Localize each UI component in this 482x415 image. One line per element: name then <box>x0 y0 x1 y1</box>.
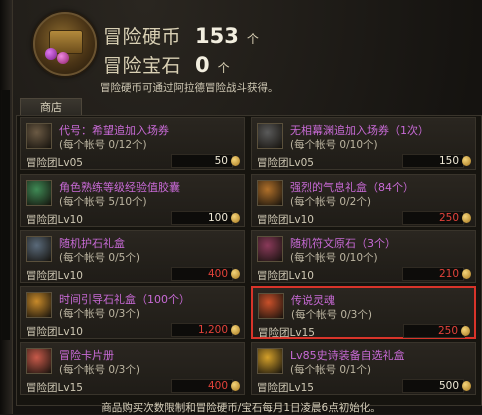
shop-item[interactable]: 冒险卡片册 (每个帐号 0/3个) 冒险团Lv15 400 <box>20 342 245 395</box>
rune-stone-icon <box>257 236 283 262</box>
ticket-icon <box>26 123 52 149</box>
item-limit: (每个帐号 0/10个) <box>290 139 378 151</box>
item-name: 随机符文原石（3个） <box>290 237 396 250</box>
exp-capsule-icon <box>26 180 52 206</box>
item-price: 400 <box>207 380 228 392</box>
item-name: 传说灵魂 <box>291 294 335 307</box>
item-level-requirement: 冒险团Lv10 <box>26 326 83 338</box>
gift-box-icon <box>257 348 283 374</box>
shop-item[interactable]: Lv85史诗装备自选礼盒 (每个帐号 0/1个) 冒险团Lv15 500 <box>251 342 476 395</box>
item-limit: (每个帐号 0/3个) <box>59 308 140 320</box>
coin-unit: 个 <box>246 32 259 46</box>
shop-item[interactable]: 无相幕渊追加入场券（1次） (每个帐号 0/10个) 冒险团Lv05 150 <box>251 117 476 170</box>
shop-item[interactable]: 强烈的气息礼盒（84个） (每个帐号 0/2个) 冒险团Lv10 250 <box>251 174 476 227</box>
item-price: 150 <box>438 155 459 167</box>
item-level-requirement: 冒险团Lv15 <box>257 382 314 394</box>
item-name: Lv85史诗装备自选礼盒 <box>290 349 405 362</box>
gem-label: 冒险宝石 <box>103 55 182 77</box>
scrollbar[interactable] <box>2 90 10 340</box>
coin-label: 冒险硬币 <box>103 26 182 48</box>
chest-icon <box>26 236 52 262</box>
item-name: 时间引导石礼盒（100个） <box>59 293 190 306</box>
ticket-icon <box>257 123 283 149</box>
coin-icon <box>462 156 471 166</box>
coin-icon <box>231 325 240 335</box>
coin-icon <box>231 269 240 279</box>
item-price: 400 <box>207 268 228 280</box>
item-limit: (每个帐号 0/3个) <box>59 364 140 376</box>
item-limit: (每个帐号 0/3个) <box>291 309 372 321</box>
item-level-requirement: 冒险团Lv10 <box>257 270 314 282</box>
shop-item[interactable]: 传说灵魂 (每个帐号 0/3个) 冒险团Lv15 250 <box>251 286 476 339</box>
item-level-requirement: 冒险团Lv05 <box>26 157 83 169</box>
coin-icon <box>231 156 240 166</box>
coin-row: 冒险硬币 153 个 <box>103 22 259 49</box>
currency-hint: 冒险硬币可通过阿拉德冒险战斗获得。 <box>100 82 279 94</box>
item-level-requirement: 冒险团Lv15 <box>258 327 315 339</box>
shop-item[interactable]: 随机符文原石（3个） (每个帐号 0/10个) 冒险团Lv10 210 <box>251 230 476 283</box>
item-price: 500 <box>438 380 459 392</box>
coin-value: 153 <box>195 23 239 48</box>
gem-unit: 个 <box>217 61 230 75</box>
item-name: 冒险卡片册 <box>59 349 114 362</box>
item-name: 随机护石礼盒 <box>59 237 125 250</box>
item-name: 代号：希望追加入场券 <box>59 124 169 137</box>
item-name: 角色熟练等级经验值胶囊 <box>59 181 180 194</box>
gift-box-icon <box>26 292 52 318</box>
item-price: 100 <box>207 212 228 224</box>
item-level-requirement: 冒险团Lv10 <box>26 270 83 282</box>
item-limit: (每个帐号 0/10个) <box>290 252 378 264</box>
treasure-chest-icon <box>33 12 97 76</box>
item-name: 无相幕渊追加入场券（1次） <box>290 124 429 137</box>
item-level-requirement: 冒险团Lv05 <box>257 157 314 169</box>
coin-icon <box>231 381 240 391</box>
item-name: 强烈的气息礼盒（84个） <box>290 181 414 194</box>
item-limit: (每个帐号 5/10个) <box>59 196 147 208</box>
item-price: 250 <box>438 212 459 224</box>
gem-icon <box>57 52 69 64</box>
coin-icon <box>231 213 240 223</box>
gift-box-icon <box>257 180 283 206</box>
item-price: 210 <box>438 268 459 280</box>
shop-item[interactable]: 角色熟练等级经验值胶囊 (每个帐号 5/10个) 冒险团Lv10 100 <box>20 174 245 227</box>
item-price: 250 <box>437 325 458 337</box>
shop-item[interactable]: 时间引导石礼盒（100个） (每个帐号 0/3个) 冒险团Lv10 1,200 <box>20 286 245 339</box>
item-level-requirement: 冒险团Lv15 <box>26 382 83 394</box>
item-limit: (每个帐号 0/2个) <box>290 196 371 208</box>
item-limit: (每个帐号 0/5个) <box>59 252 140 264</box>
coin-icon <box>462 213 471 223</box>
item-level-requirement: 冒险团Lv10 <box>257 214 314 226</box>
gem-row: 冒险宝石 0 个 <box>103 51 230 78</box>
shop-item[interactable]: 随机护石礼盒 (每个帐号 0/5个) 冒险团Lv10 400 <box>20 230 245 283</box>
gem-value: 0 <box>195 52 210 77</box>
item-limit: (每个帐号 0/12个) <box>59 139 147 151</box>
coin-icon <box>461 326 470 336</box>
shop-item[interactable]: 代号：希望追加入场券 (每个帐号 0/12个) 冒险团Lv05 50 <box>20 117 245 170</box>
item-price: 1,200 <box>197 324 228 336</box>
gem-icon <box>45 48 57 60</box>
item-limit: (每个帐号 0/1个) <box>290 364 371 376</box>
item-price: 50 <box>214 155 228 167</box>
footer-notice: 商品购买次数限制和冒险硬币/宝石每月1日凌晨6点初始化。 <box>101 402 381 414</box>
card-album-icon <box>26 348 52 374</box>
coin-icon <box>462 381 471 391</box>
coin-icon <box>462 269 471 279</box>
item-level-requirement: 冒险团Lv10 <box>26 214 83 226</box>
soul-icon <box>258 293 284 319</box>
